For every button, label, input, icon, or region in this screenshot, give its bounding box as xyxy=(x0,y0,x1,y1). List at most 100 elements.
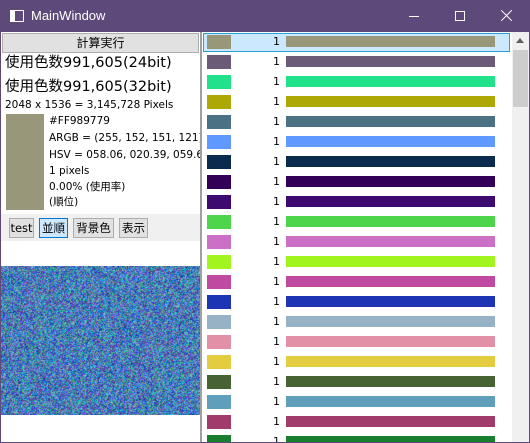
color-list-row[interactable]: 1 xyxy=(202,192,512,212)
usage-bar xyxy=(286,396,495,407)
maximize-icon xyxy=(455,11,465,21)
color-list-row[interactable]: 1 xyxy=(202,72,512,92)
scroll-up-arrow-icon[interactable] xyxy=(512,32,529,49)
vertical-scrollbar[interactable] xyxy=(512,32,529,442)
usage-bar xyxy=(286,356,495,367)
calculate-button[interactable]: 計算実行 xyxy=(2,33,199,53)
color-list-row[interactable]: 1 xyxy=(202,432,512,442)
color-list-row[interactable]: 1 xyxy=(202,52,512,72)
pixel-count: 1 xyxy=(273,195,280,208)
color-list[interactable]: 1 1 1 1 1 1 1 1 1 1 1 1 1 1 1 1 1 1 1 1 1 xyxy=(202,32,512,442)
usage-bar xyxy=(286,156,495,167)
image-preview xyxy=(1,266,200,415)
color-list-row[interactable]: 1 xyxy=(202,212,512,232)
selected-hex: #FF989779 xyxy=(49,115,110,127)
usage-bar xyxy=(286,316,495,327)
pixel-count: 1 xyxy=(273,415,280,428)
pixel-count: 1 xyxy=(273,115,280,128)
pixel-count: 1 xyxy=(273,235,280,248)
usage-bar xyxy=(286,296,495,307)
color-count-24bit: 使用色数991,605(24bit) xyxy=(5,55,172,71)
close-button[interactable] xyxy=(483,1,529,32)
test-button[interactable]: test xyxy=(9,218,34,238)
color-list-row[interactable]: 1 xyxy=(202,372,512,392)
color-swatch xyxy=(207,95,231,109)
color-list-row[interactable]: 1 xyxy=(202,412,512,432)
color-list-row[interactable]: 1 xyxy=(202,352,512,372)
usage-bar xyxy=(286,276,495,287)
background-color-button[interactable]: 背景色 xyxy=(73,218,114,238)
button-strip: test 並順 背景色 表示 xyxy=(1,214,200,241)
pixel-count: 1 xyxy=(273,375,280,388)
usage-bar xyxy=(286,36,495,47)
color-swatch xyxy=(207,155,231,169)
usage-bar xyxy=(286,76,495,87)
color-list-row[interactable]: 1 xyxy=(202,32,512,52)
pixel-count: 1 xyxy=(273,335,280,348)
color-swatch xyxy=(207,215,231,229)
color-swatch xyxy=(207,135,231,149)
color-swatch xyxy=(207,415,231,429)
color-swatch xyxy=(207,55,231,69)
color-swatch xyxy=(207,295,231,309)
selected-hsv: HSV = 058.06, 020.39, 059.6 xyxy=(49,149,200,161)
close-icon xyxy=(500,9,513,22)
color-list-row[interactable]: 1 xyxy=(202,292,512,312)
pixel-count: 1 xyxy=(273,55,280,68)
color-list-row[interactable]: 1 xyxy=(202,252,512,272)
color-list-row[interactable]: 1 xyxy=(202,152,512,172)
color-swatch xyxy=(207,195,231,209)
scroll-thumb[interactable] xyxy=(513,50,528,107)
title-bar[interactable]: MainWindow xyxy=(1,1,529,32)
selected-color-swatch xyxy=(6,114,44,210)
main-window: MainWindow 計算実行 使用色数991,605(24bit) 使用色数9… xyxy=(0,0,530,443)
color-swatch xyxy=(207,375,231,389)
display-button[interactable]: 表示 xyxy=(119,218,148,238)
pixel-count: 1 xyxy=(273,215,280,228)
pixel-total: 2048 x 1536 = 3,145,728 Pixels xyxy=(5,99,174,111)
sort-button[interactable]: 並順 xyxy=(39,218,68,238)
info-panel: 計算実行 使用色数991,605(24bit) 使用色数991,605(32bi… xyxy=(1,32,200,442)
color-swatch xyxy=(207,435,231,442)
pixel-count: 1 xyxy=(273,315,280,328)
color-list-row[interactable]: 1 xyxy=(202,132,512,152)
maximize-button[interactable] xyxy=(437,1,483,32)
color-list-row[interactable]: 1 xyxy=(202,332,512,352)
pixel-count: 1 xyxy=(273,135,280,148)
usage-bar xyxy=(286,236,495,247)
color-swatch xyxy=(207,275,231,289)
usage-bar xyxy=(286,116,495,127)
color-swatch xyxy=(207,115,231,129)
usage-bar xyxy=(286,256,495,267)
color-list-row[interactable]: 1 xyxy=(202,92,512,112)
selected-usage: 0.00% (使用率) xyxy=(49,181,126,193)
pixel-count: 1 xyxy=(273,155,280,168)
window-title: MainWindow xyxy=(31,8,106,23)
color-list-row[interactable]: 1 xyxy=(202,232,512,252)
color-list-row[interactable]: 1 xyxy=(202,272,512,292)
usage-bar xyxy=(286,416,495,427)
usage-bar xyxy=(286,196,495,207)
color-swatch xyxy=(207,315,231,329)
color-swatch xyxy=(207,255,231,269)
color-list-row[interactable]: 1 xyxy=(202,112,512,132)
pixel-count: 1 xyxy=(273,255,280,268)
usage-bar xyxy=(286,376,495,387)
pixel-count: 1 xyxy=(273,295,280,308)
color-swatch xyxy=(207,335,231,349)
selected-pixels: 1 pixels xyxy=(49,165,90,177)
usage-bar xyxy=(286,336,495,347)
color-list-row[interactable]: 1 xyxy=(202,312,512,332)
color-swatch xyxy=(207,75,231,89)
minimize-button[interactable] xyxy=(391,1,437,32)
color-list-row[interactable]: 1 xyxy=(202,172,512,192)
selected-rank: (順位) xyxy=(49,196,79,208)
pixel-count: 1 xyxy=(273,35,280,48)
color-swatch xyxy=(207,235,231,249)
color-swatch xyxy=(207,395,231,409)
color-count-32bit: 使用色数991,605(32bit) xyxy=(5,79,172,95)
color-list-row[interactable]: 1 xyxy=(202,392,512,412)
usage-bar xyxy=(286,216,495,227)
color-swatch xyxy=(207,355,231,369)
pixel-count: 1 xyxy=(273,355,280,368)
